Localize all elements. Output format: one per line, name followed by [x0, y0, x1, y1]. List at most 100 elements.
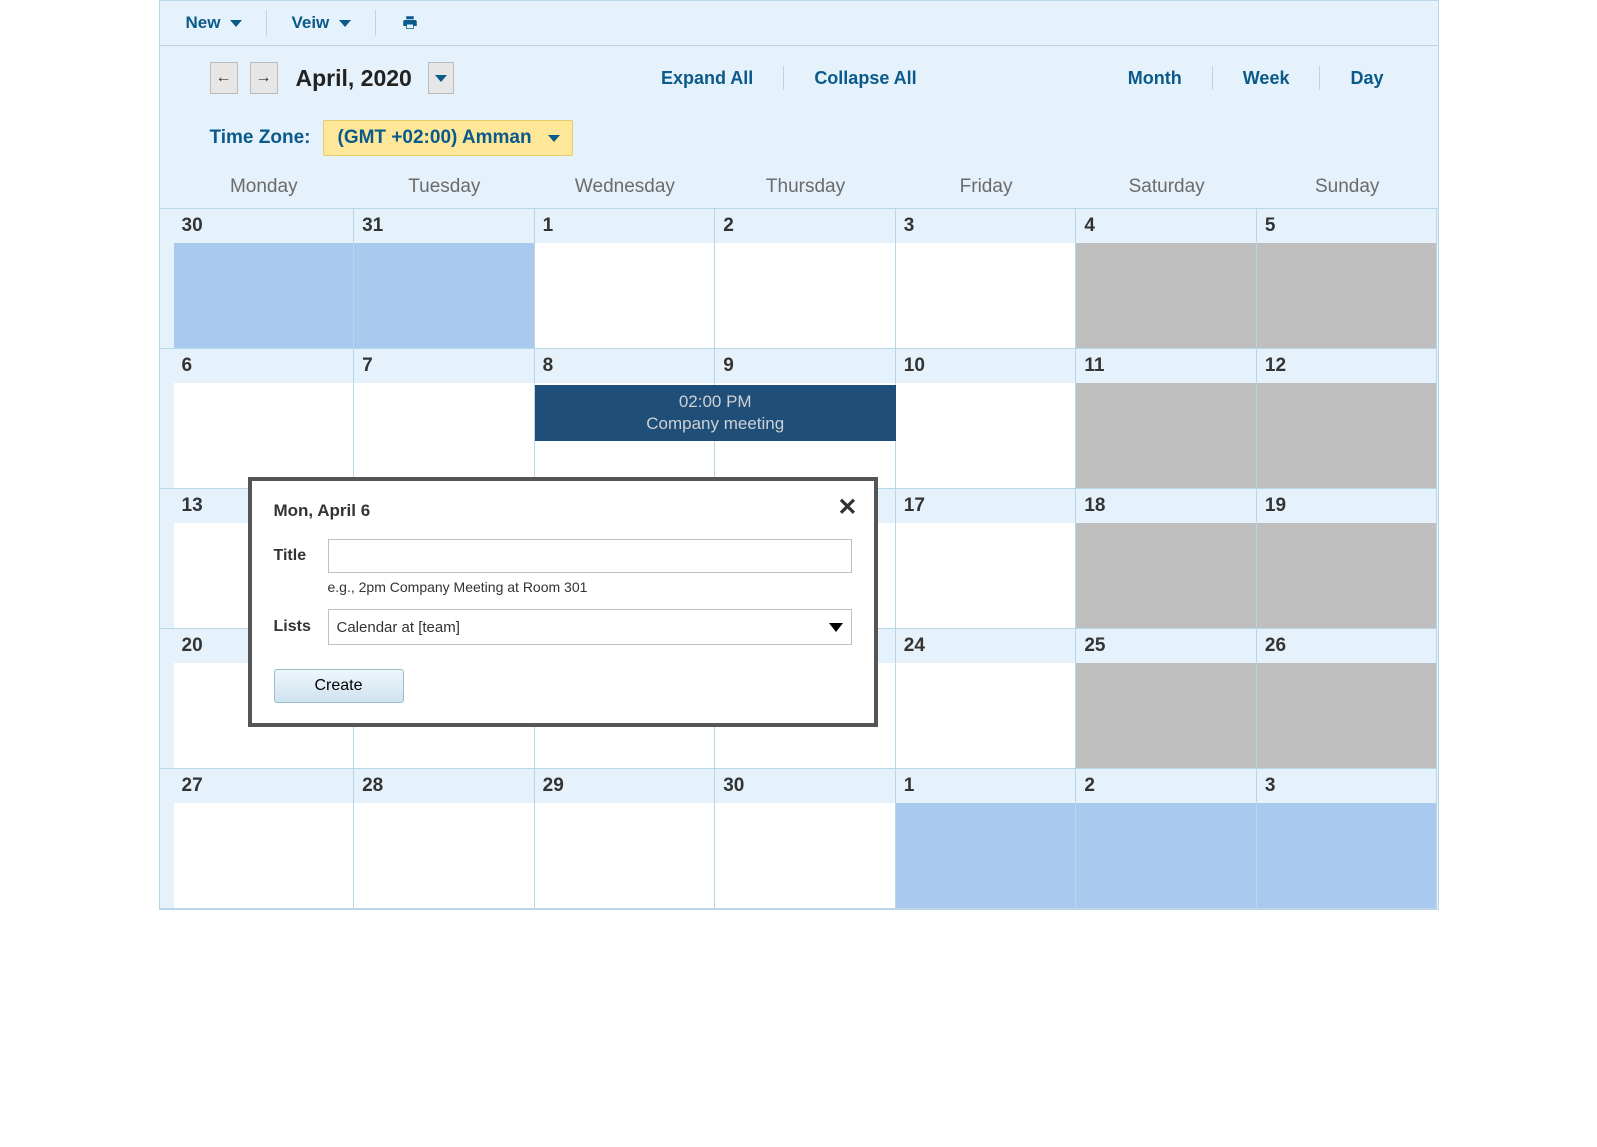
calendar-cell[interactable]: 5: [1257, 209, 1438, 349]
calendar-cell[interactable]: 1: [535, 209, 716, 349]
cell-body: [896, 803, 1076, 908]
new-event-popup: ✕ Mon, April 6 Title e.g., 2pm Company M…: [248, 477, 878, 727]
day-header: Friday: [896, 176, 1077, 198]
event-title: Company meeting: [646, 413, 784, 435]
cell-body: [174, 803, 354, 908]
row-gutter: [160, 349, 174, 489]
cell-body: [896, 383, 1076, 488]
day-number: 25: [1076, 629, 1256, 663]
title-hint: e.g., 2pm Company Meeting at Room 301: [328, 579, 852, 595]
calendar-cell[interactable]: 30: [715, 769, 896, 909]
day-number: 30: [715, 769, 895, 803]
close-icon[interactable]: ✕: [837, 493, 857, 522]
calendar-cell[interactable]: 25: [1076, 629, 1257, 769]
chevron-down-icon: [435, 75, 447, 82]
chevron-down-icon: [829, 623, 843, 632]
calendar-cell[interactable]: 3: [896, 209, 1077, 349]
calendar-cell[interactable]: 28: [354, 769, 535, 909]
day-number: 4: [1076, 209, 1256, 243]
toolbar-separator: [266, 10, 267, 36]
calendar-cell[interactable]: 3: [1257, 769, 1438, 909]
day-number: 31: [354, 209, 534, 243]
day-number: 6: [174, 349, 354, 383]
day-number: 17: [896, 489, 1076, 523]
chevron-down-icon: [548, 135, 560, 142]
cell-body: [715, 243, 895, 348]
expand-all-link[interactable]: Expand All: [657, 66, 757, 91]
event-time: 02:00 PM: [679, 391, 752, 413]
calendar-cell[interactable]: 6: [174, 349, 355, 489]
separator: [1319, 66, 1320, 90]
calendar-cell[interactable]: 4: [1076, 209, 1257, 349]
calendar-cell[interactable]: 29: [535, 769, 716, 909]
day-number: 11: [1076, 349, 1256, 383]
timezone-value: (GMT +02:00) Amman: [338, 127, 532, 149]
calendar-cell[interactable]: 19: [1257, 489, 1438, 629]
day-number: 29: [535, 769, 715, 803]
cell-body: [1076, 663, 1256, 768]
cell-body: [1257, 243, 1437, 348]
calendar-cell[interactable]: 2: [715, 209, 896, 349]
calendar-event[interactable]: 02:00 PM Company meeting: [535, 385, 896, 441]
print-button[interactable]: [392, 10, 428, 36]
prev-button[interactable]: ←: [210, 62, 238, 94]
row-gutter: [160, 769, 174, 909]
collapse-all-link[interactable]: Collapse All: [810, 66, 920, 91]
month-picker-button[interactable]: [428, 62, 454, 94]
cell-body: [1076, 523, 1256, 628]
day-number: 1: [535, 209, 715, 243]
separator: [783, 66, 784, 90]
row-gutter: [160, 209, 174, 349]
row-gutter: [160, 489, 174, 629]
chevron-down-icon: [339, 20, 351, 27]
cell-body: [354, 383, 534, 488]
cell-body: [174, 243, 354, 348]
calendar-cell[interactable]: 24: [896, 629, 1077, 769]
view-label: Veiw: [291, 13, 329, 33]
calendar-cell[interactable]: 26: [1257, 629, 1438, 769]
day-header: Thursday: [715, 176, 896, 198]
popup-date: Mon, April 6: [274, 501, 852, 521]
day-number: 7: [354, 349, 534, 383]
lists-select[interactable]: Calendar at [team]: [328, 609, 852, 645]
day-number: 2: [1076, 769, 1256, 803]
cell-body: [174, 383, 354, 488]
day-number: 3: [896, 209, 1076, 243]
title-input[interactable]: [328, 539, 852, 573]
calendar-cell[interactable]: 27: [174, 769, 355, 909]
next-button[interactable]: →: [250, 62, 278, 94]
toolbar: New Veiw: [160, 1, 1438, 46]
print-icon: [400, 14, 420, 32]
create-button[interactable]: Create: [274, 669, 404, 703]
cell-body: [535, 803, 715, 908]
timezone-row: Time Zone: (GMT +02:00) Amman: [160, 104, 1438, 170]
new-menu[interactable]: New: [178, 9, 251, 37]
timezone-select[interactable]: (GMT +02:00) Amman: [323, 120, 573, 156]
day-number: 24: [896, 629, 1076, 663]
calendar-cell[interactable]: 31: [354, 209, 535, 349]
day-number: 9: [715, 349, 895, 383]
day-number: 19: [1257, 489, 1437, 523]
view-menu[interactable]: Veiw: [283, 9, 359, 37]
calendar-cell[interactable]: 17: [896, 489, 1077, 629]
toolbar-separator: [375, 10, 376, 36]
calendar-cell[interactable]: 30: [174, 209, 355, 349]
month-title: April, 2020: [296, 65, 412, 92]
day-view-link[interactable]: Day: [1346, 66, 1387, 91]
week-view-link[interactable]: Week: [1239, 66, 1294, 91]
calendar-cell[interactable]: 12: [1257, 349, 1438, 489]
calendar-cell[interactable]: 1: [896, 769, 1077, 909]
calendar-cell[interactable]: 10: [896, 349, 1077, 489]
separator: [1212, 66, 1213, 90]
cell-body: [1257, 803, 1437, 908]
month-view-link[interactable]: Month: [1124, 66, 1186, 91]
calendar-cell[interactable]: 7: [354, 349, 535, 489]
day-number: 18: [1076, 489, 1256, 523]
cell-body: [896, 663, 1076, 768]
day-header: Saturday: [1076, 176, 1257, 198]
day-number: 10: [896, 349, 1076, 383]
calendar-cell[interactable]: 2: [1076, 769, 1257, 909]
calendar-cell[interactable]: 11: [1076, 349, 1257, 489]
calendar-cell[interactable]: 18: [1076, 489, 1257, 629]
day-number: 30: [174, 209, 354, 243]
